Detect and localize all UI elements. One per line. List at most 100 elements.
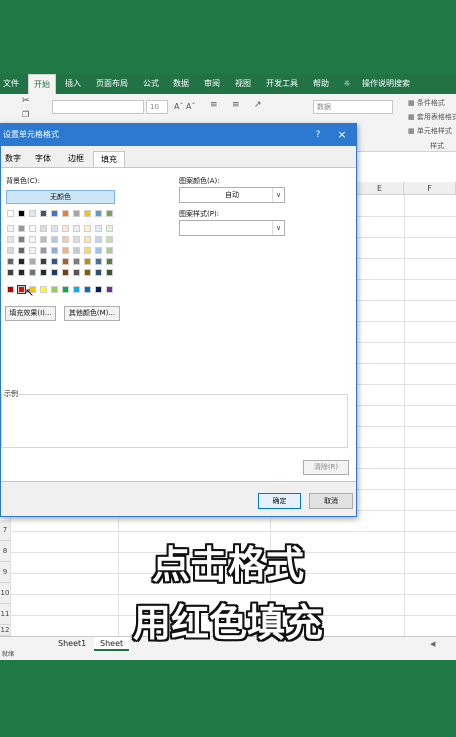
lightbulb-icon[interactable]: ☼	[342, 74, 352, 94]
color-swatch[interactable]	[62, 210, 69, 217]
clear-button[interactable]: 清除(R)	[303, 460, 349, 475]
color-swatch[interactable]	[106, 236, 113, 243]
dialog-tab-number[interactable]: 数字	[3, 151, 23, 167]
color-swatch[interactable]	[84, 225, 91, 232]
color-swatch[interactable]	[62, 286, 69, 293]
tab-file[interactable]: 文件	[0, 74, 22, 94]
color-swatch[interactable]	[95, 236, 102, 243]
color-swatch[interactable]	[18, 210, 25, 217]
orientation-icon[interactable]: ↗	[254, 100, 262, 110]
color-swatch[interactable]	[84, 247, 91, 254]
pattern-style-select[interactable]: ∨	[179, 220, 285, 236]
color-swatch[interactable]	[18, 247, 25, 254]
format-as-table-button[interactable]: ▦ 套用表格格式	[408, 112, 456, 122]
fill-effects-button[interactable]: 填充效果(I)...	[5, 306, 56, 321]
color-swatch[interactable]	[29, 258, 36, 265]
color-swatch[interactable]	[95, 286, 102, 293]
more-colors-button[interactable]: 其他颜色(M)...	[64, 306, 120, 321]
color-swatch[interactable]	[29, 225, 36, 232]
color-swatch[interactable]	[18, 225, 25, 232]
dialog-tab-fill[interactable]: 填充	[93, 151, 125, 167]
color-swatch[interactable]	[29, 269, 36, 276]
tab-data[interactable]: 数据	[168, 74, 194, 94]
color-swatch[interactable]	[95, 225, 102, 232]
color-swatch[interactable]	[40, 258, 47, 265]
tab-help[interactable]: 帮助	[308, 74, 334, 94]
dialog-tab-border[interactable]: 边框	[65, 151, 87, 167]
wrap-text-icon[interactable]: ≡	[232, 100, 240, 110]
color-swatch[interactable]	[106, 210, 113, 217]
color-swatch[interactable]	[106, 269, 113, 276]
color-swatch[interactable]	[29, 236, 36, 243]
ok-button[interactable]: 确定	[258, 493, 301, 509]
color-swatch[interactable]	[95, 269, 102, 276]
color-swatch[interactable]	[7, 225, 14, 232]
color-swatch[interactable]	[84, 286, 91, 293]
color-swatch[interactable]	[18, 236, 25, 243]
color-swatch[interactable]	[40, 236, 47, 243]
color-swatch[interactable]	[51, 269, 58, 276]
dialog-title[interactable]: 设置单元格格式	[1, 124, 356, 146]
color-swatch[interactable]	[73, 258, 80, 265]
pattern-color-select[interactable]: 自动 ∨	[179, 187, 285, 203]
color-swatch[interactable]	[51, 210, 58, 217]
color-swatch[interactable]	[62, 269, 69, 276]
align-icon[interactable]: ≡	[210, 100, 218, 110]
color-swatch[interactable]	[73, 247, 80, 254]
color-swatch[interactable]	[106, 258, 113, 265]
color-swatch[interactable]	[29, 247, 36, 254]
color-swatch[interactable]	[51, 247, 58, 254]
color-swatch[interactable]	[84, 269, 91, 276]
cell-styles-button[interactable]: ▦ 单元格样式	[408, 126, 452, 136]
conditional-format-button[interactable]: ▦ 条件格式	[408, 98, 445, 108]
color-swatch[interactable]	[7, 258, 14, 265]
color-swatch[interactable]	[62, 236, 69, 243]
tab-view[interactable]: 视图	[230, 74, 256, 94]
color-swatch[interactable]	[73, 210, 80, 217]
close-icon[interactable]: ×	[334, 124, 350, 146]
color-swatch[interactable]	[18, 269, 25, 276]
color-swatch[interactable]	[7, 247, 14, 254]
color-swatch[interactable]	[7, 269, 14, 276]
color-swatch[interactable]	[73, 225, 80, 232]
color-swatch[interactable]	[51, 225, 58, 232]
help-icon[interactable]: ?	[312, 124, 324, 146]
color-swatch[interactable]	[7, 236, 14, 243]
color-swatch[interactable]	[40, 225, 47, 232]
color-swatch[interactable]	[73, 269, 80, 276]
tab-formulas[interactable]: 公式	[138, 74, 164, 94]
color-swatch[interactable]	[7, 286, 14, 293]
tab-review[interactable]: 审阅	[199, 74, 225, 94]
tab-developer[interactable]: 开发工具	[262, 74, 302, 94]
color-swatch[interactable]	[84, 258, 91, 265]
color-swatch[interactable]	[73, 236, 80, 243]
tab-page-layout[interactable]: 页面布局	[92, 74, 132, 94]
color-swatch[interactable]	[62, 247, 69, 254]
color-swatch[interactable]	[62, 225, 69, 232]
color-swatch[interactable]	[73, 286, 80, 293]
cancel-button[interactable]: 取消	[309, 493, 353, 509]
row-header-7[interactable]: 7	[0, 520, 10, 541]
tell-me-search[interactable]: 操作说明搜索	[356, 74, 416, 94]
color-swatch[interactable]	[84, 236, 91, 243]
color-swatch[interactable]	[95, 258, 102, 265]
column-header-f[interactable]: F	[404, 182, 456, 195]
color-swatch[interactable]	[40, 286, 47, 293]
color-swatch[interactable]	[62, 258, 69, 265]
font-name-select[interactable]	[52, 100, 144, 114]
grow-font-icon[interactable]: Aˆ	[174, 102, 183, 111]
color-swatch[interactable]	[18, 258, 25, 265]
color-swatch[interactable]	[106, 286, 113, 293]
shrink-font-icon[interactable]: Aˇ	[186, 102, 195, 111]
color-swatch[interactable]	[17, 285, 26, 294]
color-swatch[interactable]	[95, 247, 102, 254]
tab-home[interactable]: 开始	[28, 74, 56, 94]
no-color-button[interactable]: 无颜色	[6, 190, 115, 204]
color-swatch[interactable]	[51, 286, 58, 293]
color-swatch[interactable]	[7, 210, 14, 217]
column-header-e[interactable]: E	[356, 182, 404, 195]
color-swatch[interactable]	[106, 247, 113, 254]
number-format-select[interactable]: 数据	[313, 100, 393, 114]
font-size-select[interactable]: 10	[146, 100, 168, 114]
tab-insert[interactable]: 插入	[60, 74, 86, 94]
